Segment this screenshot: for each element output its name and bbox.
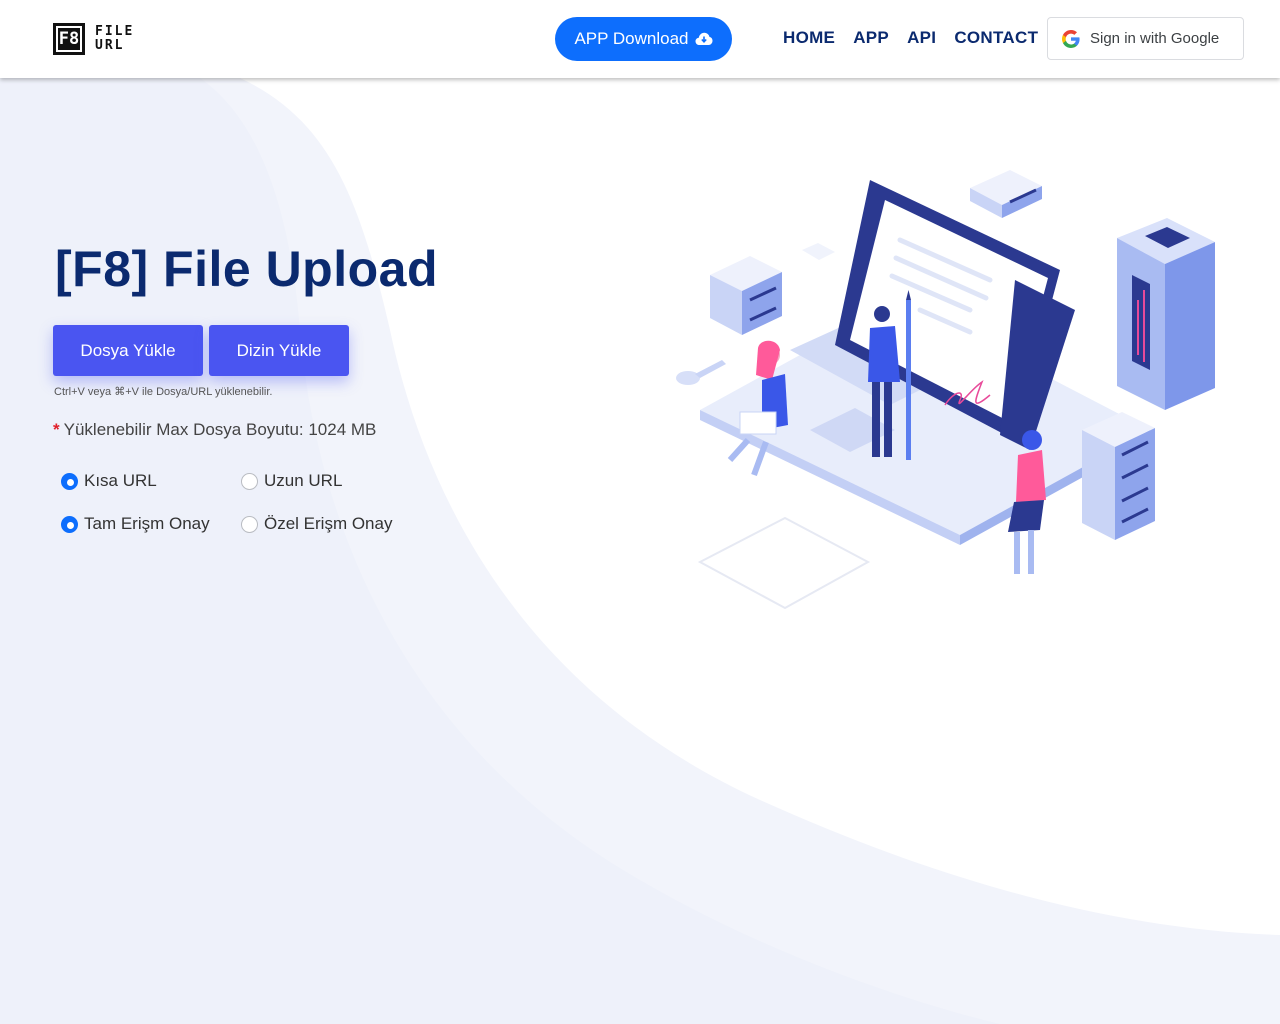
top-navbar: F8 FILE URL APP Download HOME APP API CO… bbox=[0, 0, 1280, 78]
nav-contact[interactable]: CONTACT bbox=[954, 28, 1038, 48]
app-download-label: APP Download bbox=[574, 29, 689, 48]
radio-full-access-label: Tam Erişm Onay bbox=[84, 514, 210, 533]
radio-private-access[interactable]: Özel Erişm Onay bbox=[241, 514, 392, 534]
max-file-size-note: * Yüklenebilir Max Dosya Boyutu: 1024 MB bbox=[53, 420, 376, 440]
radio-full-access-indicator[interactable] bbox=[61, 515, 78, 533]
logo-line-2: URL bbox=[95, 38, 125, 53]
radio-short-url-label: Kısa URL bbox=[84, 471, 157, 490]
nav-app[interactable]: APP bbox=[853, 28, 889, 48]
logo-line-1: FILE bbox=[95, 24, 135, 39]
radio-short-url[interactable]: Kısa URL bbox=[61, 471, 241, 491]
radio-full-access[interactable]: Tam Erişm Onay bbox=[61, 514, 241, 534]
paste-hint: Ctrl+V veya ⌘+V ile Dosya/URL yüklenebil… bbox=[54, 386, 273, 398]
max-file-size-label: Yüklenebilir Max Dosya Boyutu: 1024 MB bbox=[63, 420, 377, 439]
page-title: [F8] File Upload bbox=[55, 241, 438, 297]
radio-short-url-indicator[interactable] bbox=[61, 472, 78, 490]
google-signin-label: Sign in with Google bbox=[1090, 30, 1220, 47]
logo-wordmark: FILE URL bbox=[95, 25, 134, 53]
app-download-button[interactable]: APP Download bbox=[555, 17, 732, 61]
radio-long-url-indicator[interactable] bbox=[241, 472, 258, 490]
google-signin-button[interactable]: Sign in with Google bbox=[1047, 17, 1244, 60]
access-options: Tam Erişm Onay Özel Erişm Onay bbox=[61, 514, 392, 534]
radio-private-access-indicator[interactable] bbox=[241, 515, 258, 533]
url-type-options: Kısa URL Uzun URL bbox=[61, 471, 342, 491]
radio-long-url-label: Uzun URL bbox=[264, 471, 343, 490]
required-star-icon: * bbox=[53, 420, 60, 439]
site-logo[interactable]: F8 FILE URL bbox=[53, 22, 137, 56]
radio-long-url[interactable]: Uzun URL bbox=[241, 471, 342, 491]
logo-mark: F8 bbox=[53, 23, 85, 55]
radio-private-access-label: Özel Erişm Onay bbox=[264, 514, 393, 533]
google-icon bbox=[1062, 29, 1080, 48]
nav-api[interactable]: API bbox=[907, 28, 936, 48]
upload-directory-button[interactable]: Dizin Yükle bbox=[209, 325, 349, 376]
upload-file-button[interactable]: Dosya Yükle bbox=[53, 325, 203, 376]
nav-home[interactable]: HOME bbox=[783, 28, 835, 48]
main-nav: HOME APP API CONTACT bbox=[783, 28, 1038, 48]
upload-illustration bbox=[676, 170, 1215, 610]
cloud-download-icon bbox=[695, 32, 713, 45]
